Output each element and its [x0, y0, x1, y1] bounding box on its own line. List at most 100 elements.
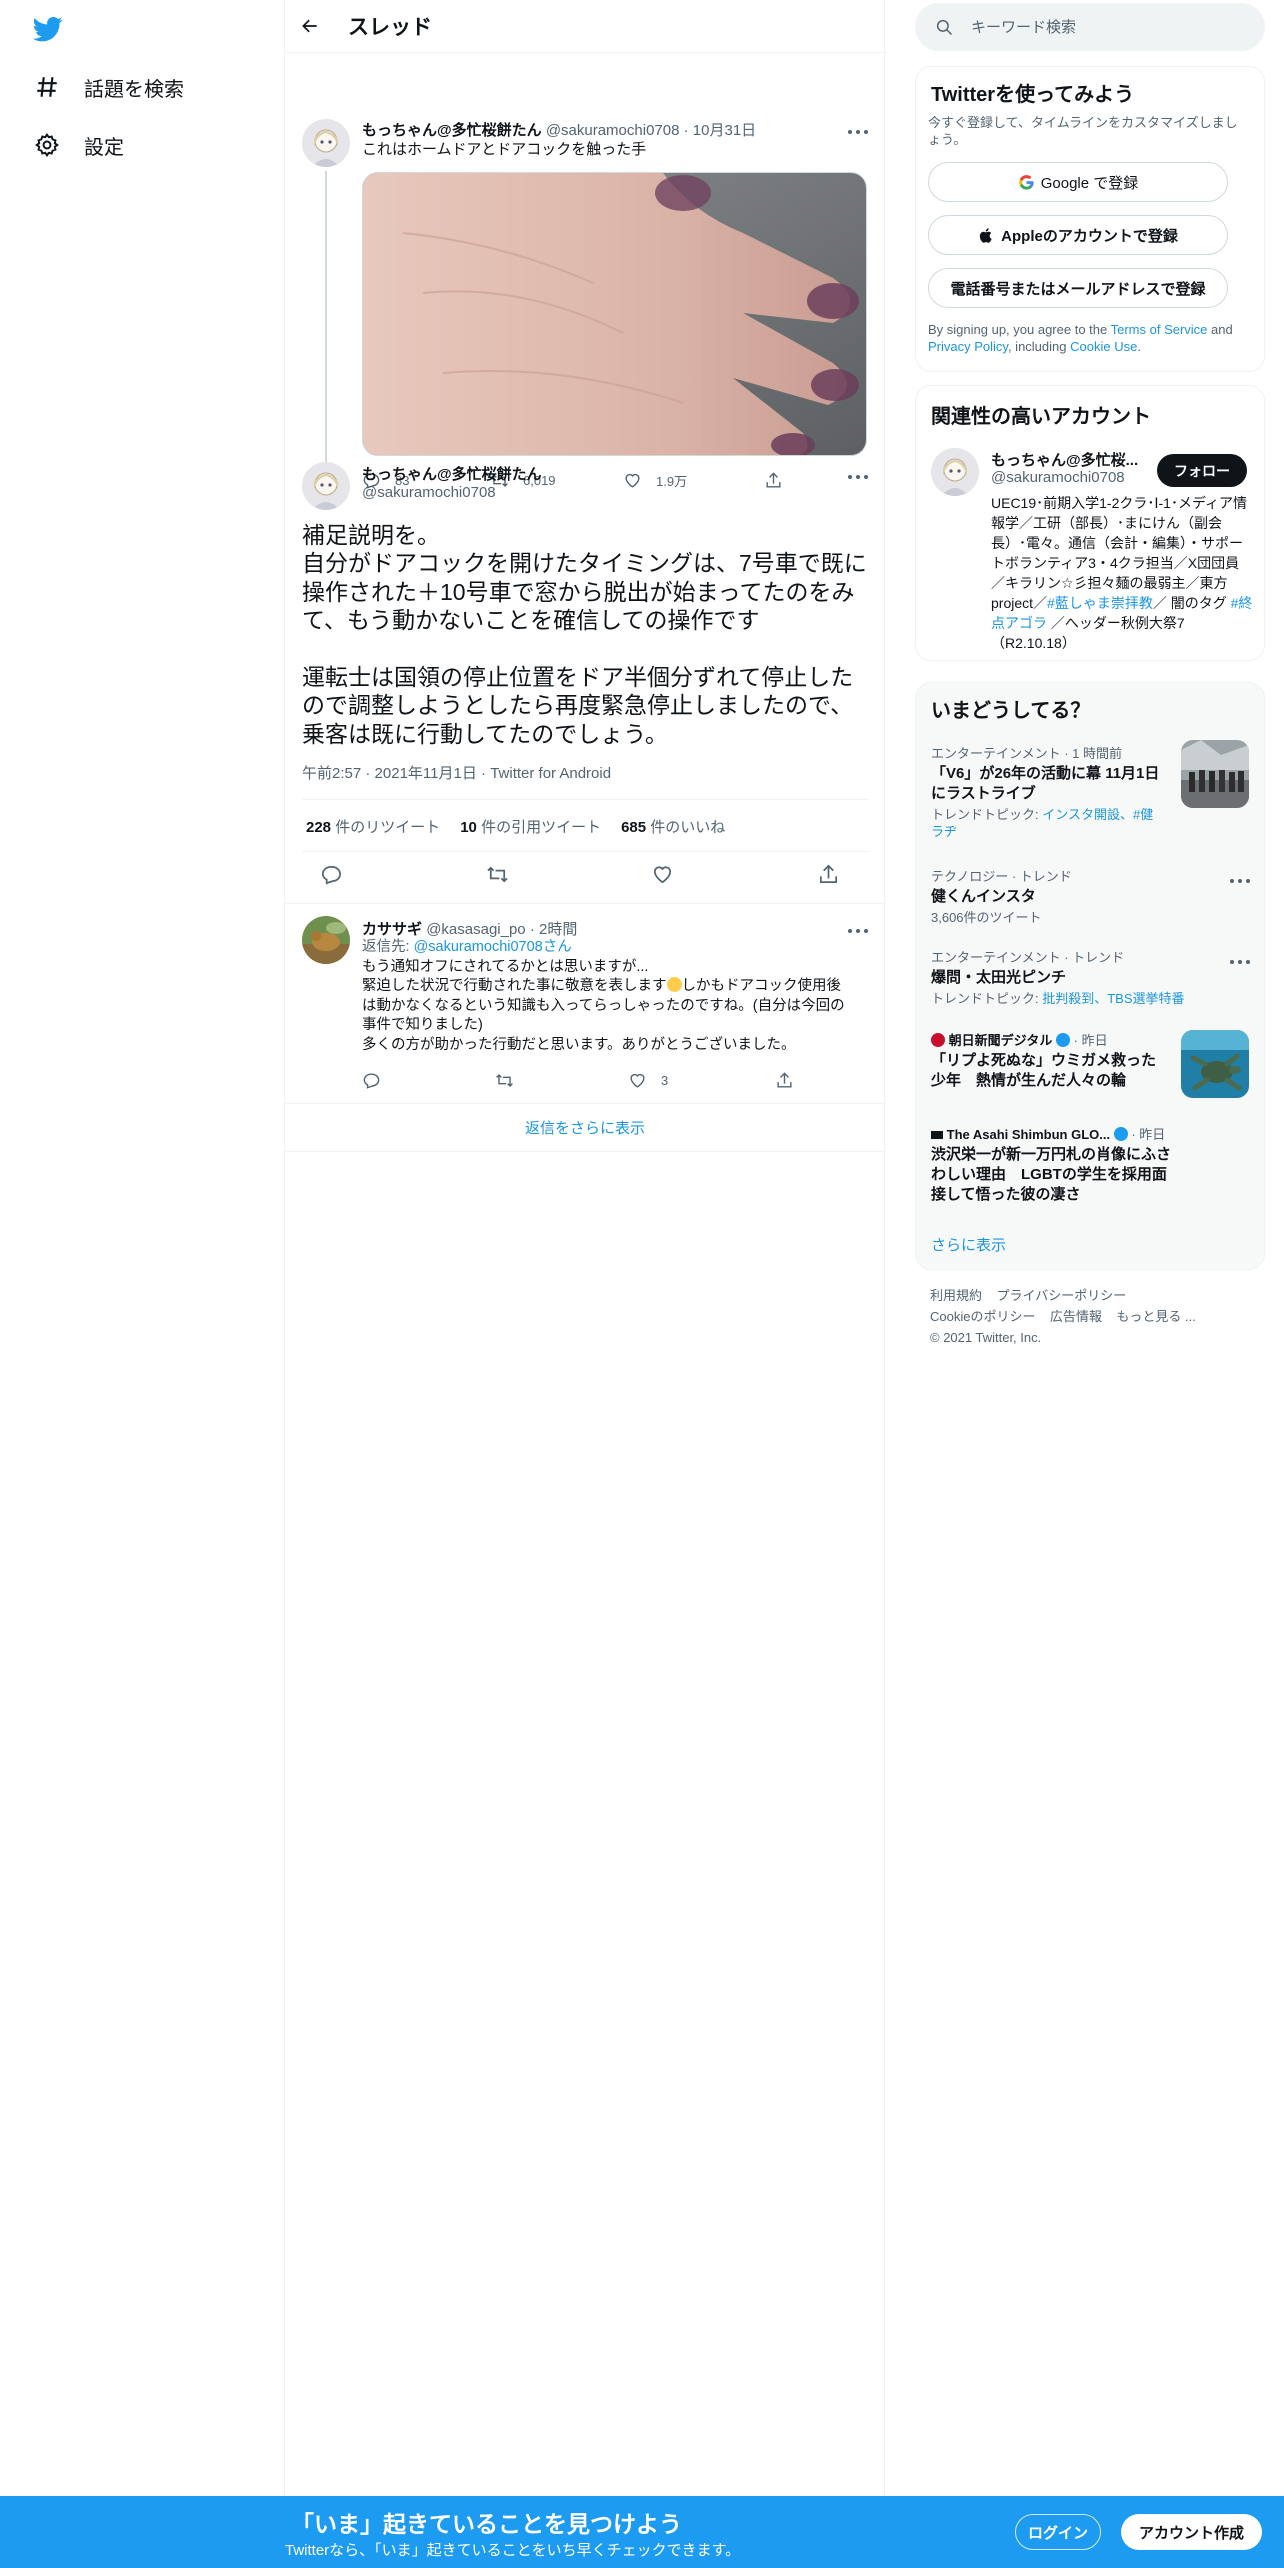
- trend-item[interactable]: テクノロジー · トレンド 健くんインスタ 3,606件のツイート: [931, 866, 1251, 926]
- reply-line: 緊迫した状況で行動された事に敬意を表します しかもドアコック使用後: [362, 977, 872, 997]
- reply-to-handle[interactable]: @sakuramochi0708: [414, 939, 543, 955]
- avatar[interactable]: [931, 448, 979, 496]
- author-handle[interactable]: @sakuramochi0708: [362, 484, 496, 501]
- footer-row: 利用規約 プライバシーポリシー: [930, 1285, 1230, 1306]
- trend-subtitle: トレンドトピック: 批判殺到、TBS選挙特番: [931, 990, 1251, 1007]
- author-name[interactable]: もっちゃん@多忙桜餅たん: [362, 122, 542, 139]
- avatar[interactable]: [302, 119, 350, 167]
- gear-icon: [35, 133, 59, 157]
- share-icon: [777, 1072, 792, 1088]
- retweet-icon[interactable]: [486, 863, 509, 886]
- reply-icon[interactable]: [320, 863, 343, 886]
- tweet-actions: 3: [362, 1071, 794, 1090]
- tweet-reply[interactable]: カササギ @kasasagi_po · 2時間 返信先: @sakuramoch…: [285, 903, 885, 1103]
- thread-header: スレッド: [285, 0, 884, 53]
- more-icon[interactable]: [1230, 957, 1250, 967]
- likes-stat[interactable]: 685 件のいいね: [621, 816, 725, 837]
- thread-line: [325, 171, 327, 505]
- reply-line: 事件で知りました): [362, 1017, 483, 1033]
- like-count: 1.9万: [656, 474, 688, 489]
- back-button[interactable]: [296, 12, 324, 40]
- apple-icon: [980, 227, 992, 243]
- avatar[interactable]: [302, 462, 350, 510]
- more-icon[interactable]: [848, 926, 868, 936]
- tweet-source: Twitter for Android: [490, 765, 612, 782]
- more-link[interactable]: もっと見る ...: [1116, 1309, 1195, 1324]
- tweet-parent[interactable]: もっちゃん@多忙桜餅たん @sakuramochi0708 · 10月31日 こ…: [285, 53, 884, 505]
- author-handle[interactable]: @kasasagi_po: [426, 921, 525, 938]
- tweet-header: もっちゃん@多忙桜餅たん @sakuramochi0708 · 10月31日: [362, 119, 756, 140]
- google-signup-button[interactable]: Google で登録: [928, 162, 1228, 202]
- privacy-link[interactable]: Privacy Policy: [928, 339, 1008, 354]
- share-icon[interactable]: [817, 863, 840, 886]
- author-name[interactable]: カササギ: [362, 921, 422, 938]
- verified-badge-icon: [1056, 1033, 1070, 1047]
- account-handle[interactable]: @sakuramochi0708: [991, 469, 1125, 486]
- signup-button[interactable]: アカウント作成: [1121, 2514, 1262, 2550]
- like-button[interactable]: 1.9万: [623, 471, 764, 490]
- ads-info-link[interactable]: 広告情報: [1050, 1309, 1102, 1324]
- tweet-date[interactable]: 10月31日: [693, 122, 756, 139]
- arrow-left-icon: [302, 19, 317, 33]
- divider: [302, 799, 868, 800]
- retweet-button[interactable]: [495, 1071, 628, 1090]
- cookie-link[interactable]: Cookie Use: [1070, 339, 1137, 354]
- trend-title: 健くんインスタ: [931, 888, 1036, 905]
- nav-explore[interactable]: 話題を検索: [34, 72, 184, 102]
- search-input[interactable]: [971, 18, 1231, 36]
- reply-button[interactable]: [362, 1071, 495, 1090]
- phone-email-signup-button[interactable]: 電話番号またはメールアドレスで登録: [928, 268, 1228, 308]
- share-button[interactable]: [764, 471, 783, 490]
- trend-topic-links[interactable]: 批判殺到、TBS選挙特番: [1042, 991, 1184, 1006]
- privacy-link[interactable]: プライバシーポリシー: [996, 1288, 1126, 1303]
- like-button[interactable]: 3: [628, 1071, 775, 1090]
- avatar[interactable]: [302, 916, 350, 964]
- heart-icon[interactable]: [651, 863, 674, 886]
- tweet-timestamp[interactable]: 午前2:57 · 2021年11月1日 · Twitter for Androi…: [302, 762, 611, 783]
- apple-signup-button[interactable]: Appleのアカウントで登録: [928, 215, 1228, 255]
- legal-text-part: .: [1137, 339, 1141, 354]
- retweets-stat[interactable]: 228 件のリツイート: [306, 816, 440, 837]
- phone-email-signup-label: 電話番号またはメールアドレスで登録: [950, 280, 1206, 298]
- reply-line: 多くの方が助かった行動だと思います。ありがとうございました。: [362, 1036, 796, 1053]
- show-more-replies-link[interactable]: 返信をさらに表示: [285, 1103, 885, 1152]
- trend-category: エンターテインメント · トレンド: [931, 950, 1125, 965]
- trend-thumbnail[interactable]: [1181, 740, 1249, 808]
- tweet-time[interactable]: 2時間: [539, 921, 577, 938]
- divider: [302, 851, 868, 852]
- signup-card: Twitterを使ってみよう 今すぐ登録して、タイムラインをカスタマイズしましょ…: [915, 66, 1265, 372]
- hashtag-link[interactable]: #藍しゃま崇拝教: [1047, 595, 1153, 611]
- author-handle[interactable]: @sakuramochi0708: [546, 122, 680, 139]
- cookie-policy-link[interactable]: Cookieのポリシー: [930, 1309, 1035, 1324]
- twitter-bird-icon[interactable]: [31, 14, 67, 44]
- terms-link[interactable]: 利用規約: [930, 1288, 982, 1303]
- search-box[interactable]: [915, 3, 1265, 51]
- share-button[interactable]: [775, 1071, 794, 1090]
- reply-to-suffix: さん: [542, 939, 572, 955]
- trend-subtitle-prefix: トレンドトピック:: [931, 807, 1043, 822]
- author-name[interactable]: もっちゃん@多忙桜餅たん: [362, 463, 542, 484]
- news-item[interactable]: The Asahi Shimbun GLO... · 昨日 渋沢栄一が新一万円札…: [931, 1124, 1251, 1205]
- more-icon[interactable]: [848, 127, 868, 137]
- quotes-stat[interactable]: 10 件の引用ツイート: [460, 816, 601, 837]
- account-name[interactable]: もっちゃん@多忙桜...: [991, 449, 1138, 470]
- trend-item[interactable]: エンターテインメント · トレンド 爆問・太田光ピンチ トレンドトピック: 批判…: [931, 947, 1251, 1007]
- tweet-photo[interactable]: [362, 172, 867, 456]
- terms-link[interactable]: Terms of Service: [1111, 322, 1208, 337]
- separator: ·: [683, 122, 689, 139]
- more-icon[interactable]: [848, 472, 868, 482]
- follow-button[interactable]: フォロー: [1157, 454, 1247, 487]
- news-thumbnail[interactable]: [1181, 1030, 1249, 1098]
- card-title: Twitterを使ってみよう: [931, 84, 1135, 106]
- show-more-trends-link[interactable]: さらに表示: [931, 1234, 1006, 1255]
- tweet-stats: 228 件のリツイート 10 件の引用ツイート 685 件のいいね: [306, 816, 725, 837]
- login-button[interactable]: ログイン: [1015, 2514, 1101, 2550]
- card-title: 関連性の高いアカウント: [931, 406, 1151, 428]
- nav-settings[interactable]: 設定: [34, 130, 124, 160]
- smile-emoji-icon: [666, 977, 682, 992]
- more-icon[interactable]: [1230, 876, 1250, 886]
- reply-text: 返信先: @sakuramochi0708さん もう通知オフにされてるかとは思い…: [362, 938, 872, 1055]
- legal-text: By signing up, you agree to the Terms of…: [928, 321, 1258, 355]
- copyright: © 2021 Twitter, Inc.: [930, 1330, 1042, 1345]
- card-title: いまどうしてる？: [931, 700, 1091, 722]
